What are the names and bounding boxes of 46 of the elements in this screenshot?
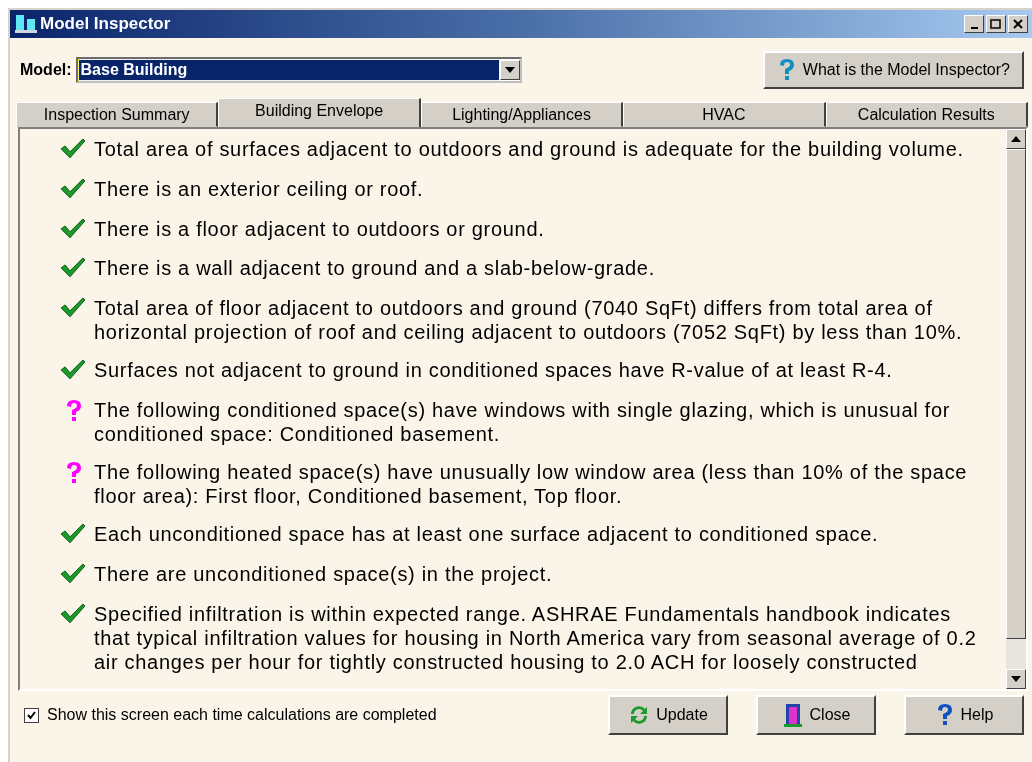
- finding-text: Total area of surfaces adjacent to outdoors and ground is adequate for the building volume.: [94, 137, 964, 161]
- question-mark-icon: [64, 461, 84, 485]
- check-mark-icon: [60, 602, 86, 624]
- close-icon: [1013, 19, 1023, 29]
- finding-text: There is a floor adjacent to outdoors or ground.: [94, 216, 545, 241]
- update-button[interactable]: Update: [608, 695, 728, 735]
- check-mark-icon: [60, 562, 86, 584]
- tab[interactable]: Lighting/Appliances: [420, 102, 624, 127]
- finding-text: There is an exterior ceiling or roof.: [94, 176, 424, 201]
- tab[interactable]: Building Envelope: [218, 98, 421, 128]
- model-label: Model:: [20, 61, 72, 79]
- tab[interactable]: Inspection Summary: [16, 102, 219, 127]
- checkbox-label: Show this screen each time calculations are completed: [47, 706, 437, 724]
- window-title: Model Inspector: [40, 14, 172, 34]
- finding-text: Specified infiltration is within expected range. ASHRAE Fundamentals handbook indicates that typical infiltration values for housing in North America vary from seasonal average of 0.2 air changes per hour for tightly constructed housing to 2.0 ACH for loosely constructed: [94, 601, 978, 674]
- check-mark-icon: [60, 138, 86, 159]
- scroll-up-icon[interactable]: [1006, 129, 1026, 149]
- maximize-button[interactable]: [986, 15, 1006, 33]
- tab[interactable]: HVAC: [623, 102, 826, 127]
- finding-text: There are unconditioned space(s) in the project.: [94, 561, 553, 586]
- what-is-button[interactable]: What is the Model Inspector?: [762, 51, 1024, 89]
- check-mark-icon: [60, 257, 86, 279]
- finding-text: Each unconditioned space has at least one surface adjacent to conditioned space.: [94, 522, 879, 546]
- checkbox[interactable]: [24, 707, 39, 723]
- tab[interactable]: Calculation Results: [825, 102, 1029, 127]
- close-button[interactable]: Close: [756, 695, 876, 735]
- question-mark-icon: [64, 399, 84, 423]
- check-mark-icon: [60, 297, 86, 318]
- finding-text: Surfaces not adjacent to ground in conditioned spaces have R-value of at least R-4.: [94, 358, 893, 383]
- door-icon: [781, 702, 804, 728]
- buildings-icon: [14, 14, 38, 34]
- finding-text: The following conditioned space(s) have windows with single glazing, which is unusual for conditioned space: Conditioned basement.: [94, 398, 952, 446]
- scroll-down-icon[interactable]: [1006, 669, 1026, 689]
- check-mark-icon: [60, 217, 86, 239]
- finding-text: There is a wall adjacent to ground and a slab-below-grade.: [94, 256, 655, 281]
- model-dropdown[interactable]: Base Building: [75, 57, 522, 83]
- finding-text: Total area of floor adjacent to outdoors and ground (7040 SqFt) differs from total area of horizontal projection of roof and ceiling adjacent to outdoors (7052 SqFt) by less than 10%.: [94, 296, 964, 345]
- finding-text: The following heated space(s) have unusually low window area (less than 10% of the space floor area): First floor, Conditioned basement, Top floor.: [94, 460, 969, 508]
- check-mark-icon: [60, 177, 86, 199]
- close-button[interactable]: [1008, 15, 1028, 33]
- minimize-icon: [970, 27, 978, 29]
- check-mark-icon: [60, 523, 86, 544]
- maximize-icon: [990, 18, 1002, 30]
- help-button[interactable]: Help: [904, 695, 1024, 735]
- minimize-button[interactable]: [964, 15, 984, 33]
- check-mark-icon: [60, 359, 86, 380]
